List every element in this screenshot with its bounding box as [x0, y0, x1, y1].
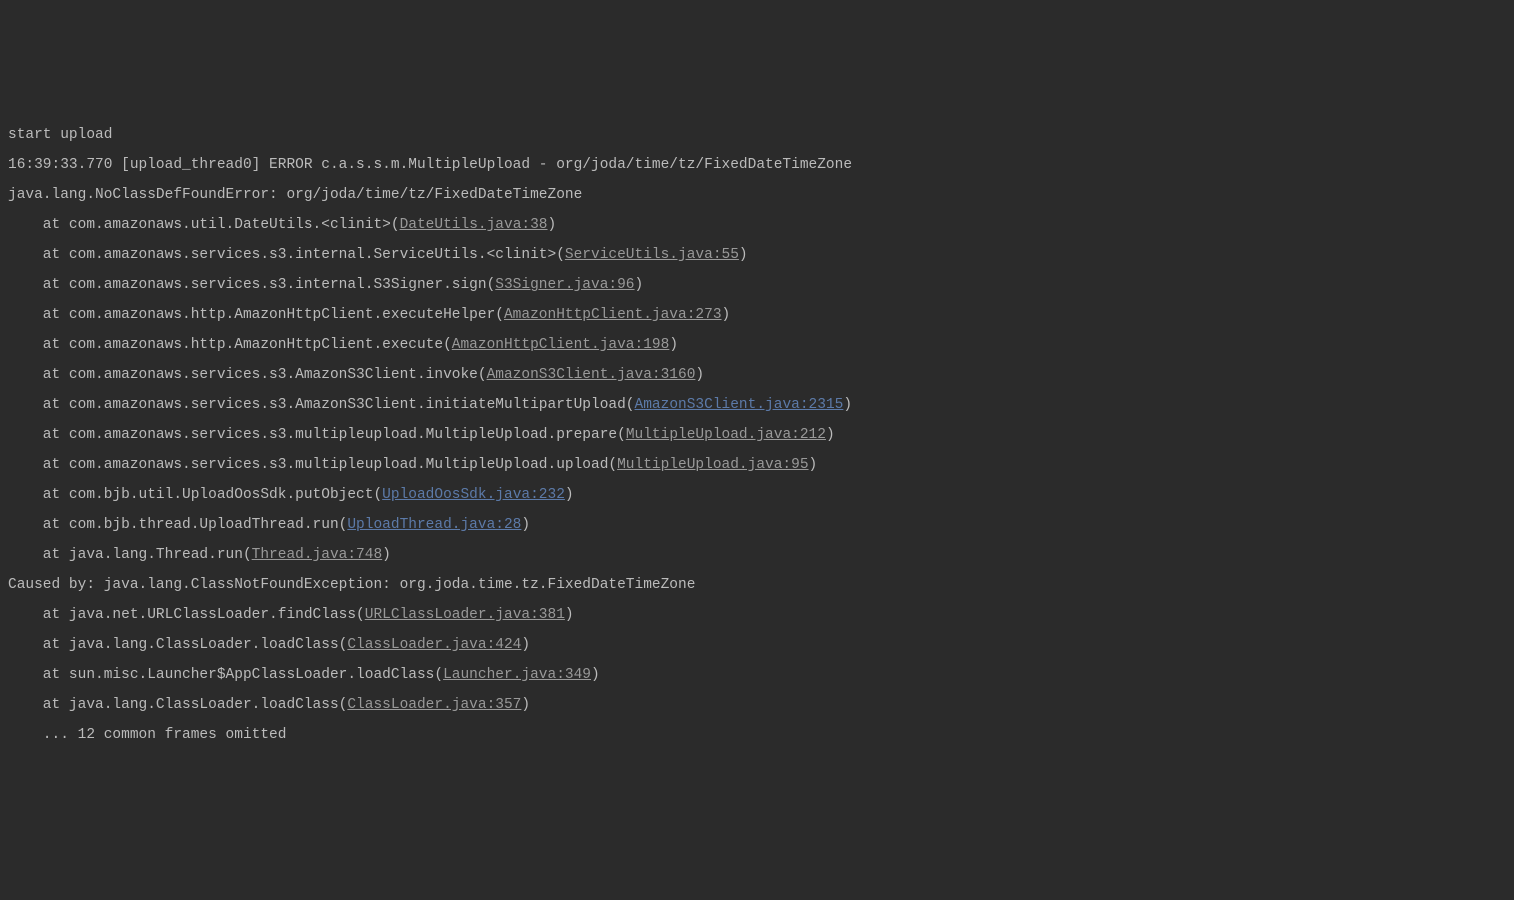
log-line: 16:39:33.770 [upload_thread0] ERROR c.a.… [8, 150, 1506, 180]
log-line: ... 12 common frames omitted [8, 720, 1506, 750]
log-line: at java.lang.Thread.run(Thread.java:748) [8, 540, 1506, 570]
log-text: at com.amazonaws.services.s3.internal.Se… [8, 247, 565, 263]
log-line: at sun.misc.Launcher$AppClassLoader.load… [8, 660, 1506, 690]
log-line: at com.amazonaws.services.s3.AmazonS3Cli… [8, 360, 1506, 390]
log-text: at java.lang.ClassLoader.loadClass( [8, 697, 347, 713]
log-text: ) [809, 457, 818, 473]
log-text: ) [635, 277, 644, 293]
log-text: at java.lang.ClassLoader.loadClass( [8, 637, 347, 653]
log-line: Caused by: java.lang.ClassNotFoundExcept… [8, 570, 1506, 600]
log-line: at com.amazonaws.http.AmazonHttpClient.e… [8, 330, 1506, 360]
log-text: at java.net.URLClassLoader.findClass( [8, 607, 365, 623]
log-text: at com.amazonaws.util.DateUtils.<clinit>… [8, 217, 400, 233]
log-text: ) [548, 217, 557, 233]
log-text: java.lang.NoClassDefFoundError: org/joda… [8, 187, 582, 203]
log-line: at com.amazonaws.services.s3.multipleupl… [8, 420, 1506, 450]
source-link[interactable]: ClassLoader.java:357 [347, 697, 521, 713]
log-text: ) [722, 307, 731, 323]
log-text: Caused by: java.lang.ClassNotFoundExcept… [8, 577, 695, 593]
log-text: ) [565, 487, 574, 503]
log-line: at com.amazonaws.services.s3.multipleupl… [8, 450, 1506, 480]
log-text: ) [739, 247, 748, 263]
log-line: at java.lang.ClassLoader.loadClass(Class… [8, 690, 1506, 720]
log-text: ) [826, 427, 835, 443]
log-text: at com.amazonaws.services.s3.multipleupl… [8, 457, 617, 473]
source-link[interactable]: Launcher.java:349 [443, 667, 591, 683]
log-line: at com.bjb.util.UploadOosSdk.putObject(U… [8, 480, 1506, 510]
log-text: ) [521, 517, 530, 533]
log-line: start upload [8, 120, 1506, 150]
log-text: at java.lang.Thread.run( [8, 547, 252, 563]
log-text: at com.amazonaws.services.s3.AmazonS3Cli… [8, 397, 635, 413]
source-link[interactable]: ServiceUtils.java:55 [565, 247, 739, 263]
source-link[interactable]: Thread.java:748 [252, 547, 383, 563]
log-text: ) [591, 667, 600, 683]
source-link[interactable]: AmazonS3Client.java:2315 [635, 397, 844, 413]
source-link[interactable]: UploadThread.java:28 [347, 517, 521, 533]
log-line: at com.amazonaws.util.DateUtils.<clinit>… [8, 210, 1506, 240]
log-line: at com.amazonaws.services.s3.internal.S3… [8, 270, 1506, 300]
log-text: ) [521, 637, 530, 653]
log-text: at sun.misc.Launcher$AppClassLoader.load… [8, 667, 443, 683]
source-link[interactable]: AmazonHttpClient.java:273 [504, 307, 722, 323]
source-link[interactable]: UploadOosSdk.java:232 [382, 487, 565, 503]
source-link[interactable]: DateUtils.java:38 [400, 217, 548, 233]
log-text: at com.amazonaws.services.s3.AmazonS3Cli… [8, 367, 487, 383]
log-text: at com.bjb.thread.UploadThread.run( [8, 517, 347, 533]
log-text: ) [565, 607, 574, 623]
source-link[interactable]: AmazonS3Client.java:3160 [487, 367, 696, 383]
log-line: at com.amazonaws.services.s3.AmazonS3Cli… [8, 390, 1506, 420]
log-text: at com.bjb.util.UploadOosSdk.putObject( [8, 487, 382, 503]
log-line: java.lang.NoClassDefFoundError: org/joda… [8, 180, 1506, 210]
log-text: 16:39:33.770 [upload_thread0] ERROR c.a.… [8, 157, 852, 173]
log-line: at com.amazonaws.services.s3.internal.Se… [8, 240, 1506, 270]
source-link[interactable]: MultipleUpload.java:212 [626, 427, 826, 443]
log-text: ) [669, 337, 678, 353]
log-text: ) [695, 367, 704, 383]
log-line: at com.amazonaws.http.AmazonHttpClient.e… [8, 300, 1506, 330]
log-text: start upload [8, 127, 112, 143]
log-line: at java.lang.ClassLoader.loadClass(Class… [8, 630, 1506, 660]
source-link[interactable]: MultipleUpload.java:95 [617, 457, 808, 473]
log-text: ... 12 common frames omitted [8, 727, 286, 743]
log-text: at com.amazonaws.services.s3.multipleupl… [8, 427, 626, 443]
log-text: ) [382, 547, 391, 563]
log-text: ) [843, 397, 852, 413]
log-line: at com.bjb.thread.UploadThread.run(Uploa… [8, 510, 1506, 540]
log-text: ) [521, 697, 530, 713]
log-text: at com.amazonaws.services.s3.internal.S3… [8, 277, 495, 293]
console-output: start upload 16:39:33.770 [upload_thread0… [8, 120, 1506, 750]
source-link[interactable]: URLClassLoader.java:381 [365, 607, 565, 623]
log-text: at com.amazonaws.http.AmazonHttpClient.e… [8, 307, 504, 323]
source-link[interactable]: ClassLoader.java:424 [347, 637, 521, 653]
log-text: at com.amazonaws.http.AmazonHttpClient.e… [8, 337, 452, 353]
source-link[interactable]: AmazonHttpClient.java:198 [452, 337, 670, 353]
source-link[interactable]: S3Signer.java:96 [495, 277, 634, 293]
